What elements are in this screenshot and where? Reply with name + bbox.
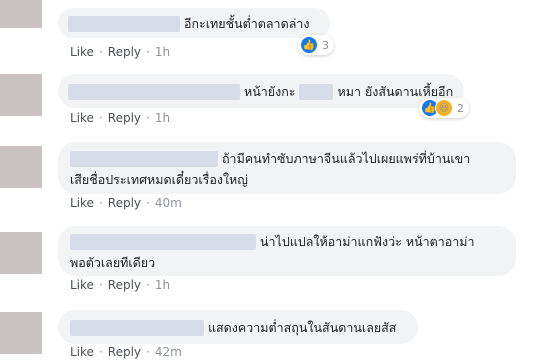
- comment-2: หน้ายังกะ หมา ยังสันดานเหี้ยอีก 👍 😆 2 Li…: [0, 70, 556, 134]
- comment-4: น่าไปแปลให้อาม่าแกฟังว่ะ หน้าตาอาม่า พอต…: [0, 218, 556, 302]
- like-link[interactable]: Like: [70, 111, 94, 125]
- comment-text: ถ้ามีคนทำซับภาษาจีนแล้วไปเผยแพร่ที่บ้านเ…: [221, 151, 471, 166]
- comment-text: หมา ยังสันดานเหี้ยอีก: [337, 84, 454, 99]
- like-link[interactable]: Like: [70, 278, 94, 292]
- timestamp[interactable]: 1h: [155, 45, 170, 59]
- avatar[interactable]: [0, 0, 42, 28]
- redacted-name: [70, 319, 204, 336]
- reply-link[interactable]: Reply: [108, 278, 141, 292]
- reactions-summary[interactable]: 👍 3: [298, 35, 334, 55]
- avatar[interactable]: [0, 232, 42, 274]
- comment-actions: Like · Reply · 1h: [70, 278, 170, 292]
- separator: ·: [98, 196, 103, 210]
- like-link[interactable]: Like: [70, 345, 94, 359]
- timestamp[interactable]: 1h: [155, 111, 170, 125]
- redacted-name: [70, 150, 218, 167]
- separator: ·: [146, 45, 150, 59]
- comment-1: อีกะเทยชั้นต่ำตลาดล่าง 👍 3 Like · Reply · 1h: [0, 0, 556, 70]
- reactions-summary[interactable]: 👍 😆 2: [419, 98, 469, 118]
- comment-actions: Like · Reply · 1h: [70, 111, 170, 125]
- reply-link[interactable]: Reply: [108, 45, 141, 59]
- comment-bubble: อีกะเทยชั้นต่ำตลาดล่าง: [58, 8, 330, 38]
- reply-link[interactable]: Reply: [108, 345, 141, 359]
- redacted-name: [68, 15, 180, 32]
- reaction-count: 2: [457, 101, 464, 115]
- separator: ·: [98, 111, 103, 125]
- comment-line: ถ้ามีคนทำซับภาษาจีนแล้วไปเผยแพร่ที่บ้านเ…: [70, 147, 504, 169]
- like-link[interactable]: Like: [70, 196, 94, 210]
- avatar[interactable]: [0, 312, 42, 354]
- like-icon: 👍: [300, 36, 318, 54]
- comment-bubble: หน้ายังกะ หมา ยังสันดานเหี้ยอีก: [58, 74, 464, 108]
- separator: ·: [98, 45, 103, 59]
- comment-3: ถ้ามีคนทำซับภาษาจีนแล้วไปเผยแพร่ที่บ้านเ…: [0, 134, 556, 218]
- redacted-name: [68, 83, 240, 100]
- comment-actions: Like · Reply · 42m: [70, 345, 182, 359]
- separator: ·: [146, 345, 150, 359]
- separator: ·: [146, 196, 150, 210]
- separator: ·: [98, 345, 103, 359]
- comment-5: แสดงความต่ำสถุนในสันดานเลยสัส Like · Reply…: [0, 302, 556, 363]
- comment-actions: Like · Reply · 1h: [70, 45, 170, 59]
- comment-bubble: น่าไปแปลให้อาม่าแกฟังว่ะ หน้าตาอาม่า พอต…: [58, 226, 516, 276]
- avatar[interactable]: [0, 146, 42, 188]
- comment-bubble: แสดงความต่ำสถุนในสันดานเลยสัส: [58, 310, 418, 344]
- reaction-count: 3: [322, 38, 329, 52]
- comment-text: แสดงความต่ำสถุนในสันดานเลยสัส: [207, 320, 397, 335]
- haha-icon: 😆: [435, 99, 453, 117]
- separator: ·: [146, 278, 150, 292]
- reply-link[interactable]: Reply: [108, 111, 141, 125]
- comment-bubble: ถ้ามีคนทำซับภาษาจีนแล้วไปเผยแพร่ที่บ้านเ…: [58, 142, 516, 194]
- comment-text: พอตัวเลยทีเดียว: [70, 255, 156, 270]
- comment-actions: Like · Reply · 40m: [70, 196, 182, 210]
- timestamp[interactable]: 1h: [155, 278, 170, 292]
- redacted-name: [70, 233, 256, 250]
- separator: ·: [146, 111, 150, 125]
- comment-text: หน้ายังกะ: [243, 84, 296, 99]
- comment-line: น่าไปแปลให้อาม่าแกฟังว่ะ หน้าตาอาม่า: [70, 230, 504, 252]
- avatar[interactable]: [0, 74, 42, 116]
- like-link[interactable]: Like: [70, 45, 94, 59]
- comment-text: น่าไปแปลให้อาม่าแกฟังว่ะ หน้าตาอาม่า: [259, 234, 475, 249]
- timestamp[interactable]: 42m: [155, 345, 182, 359]
- redacted-word: [299, 83, 334, 100]
- separator: ·: [98, 278, 103, 292]
- timestamp[interactable]: 40m: [155, 196, 182, 210]
- comment-text: เสียชื่อประเทศหมดเดี๋ยวเรื่องใหญ่: [70, 172, 248, 187]
- comment-text: อีกะเทยชั้นต่ำตลาดล่าง: [183, 16, 310, 31]
- reply-link[interactable]: Reply: [108, 196, 141, 210]
